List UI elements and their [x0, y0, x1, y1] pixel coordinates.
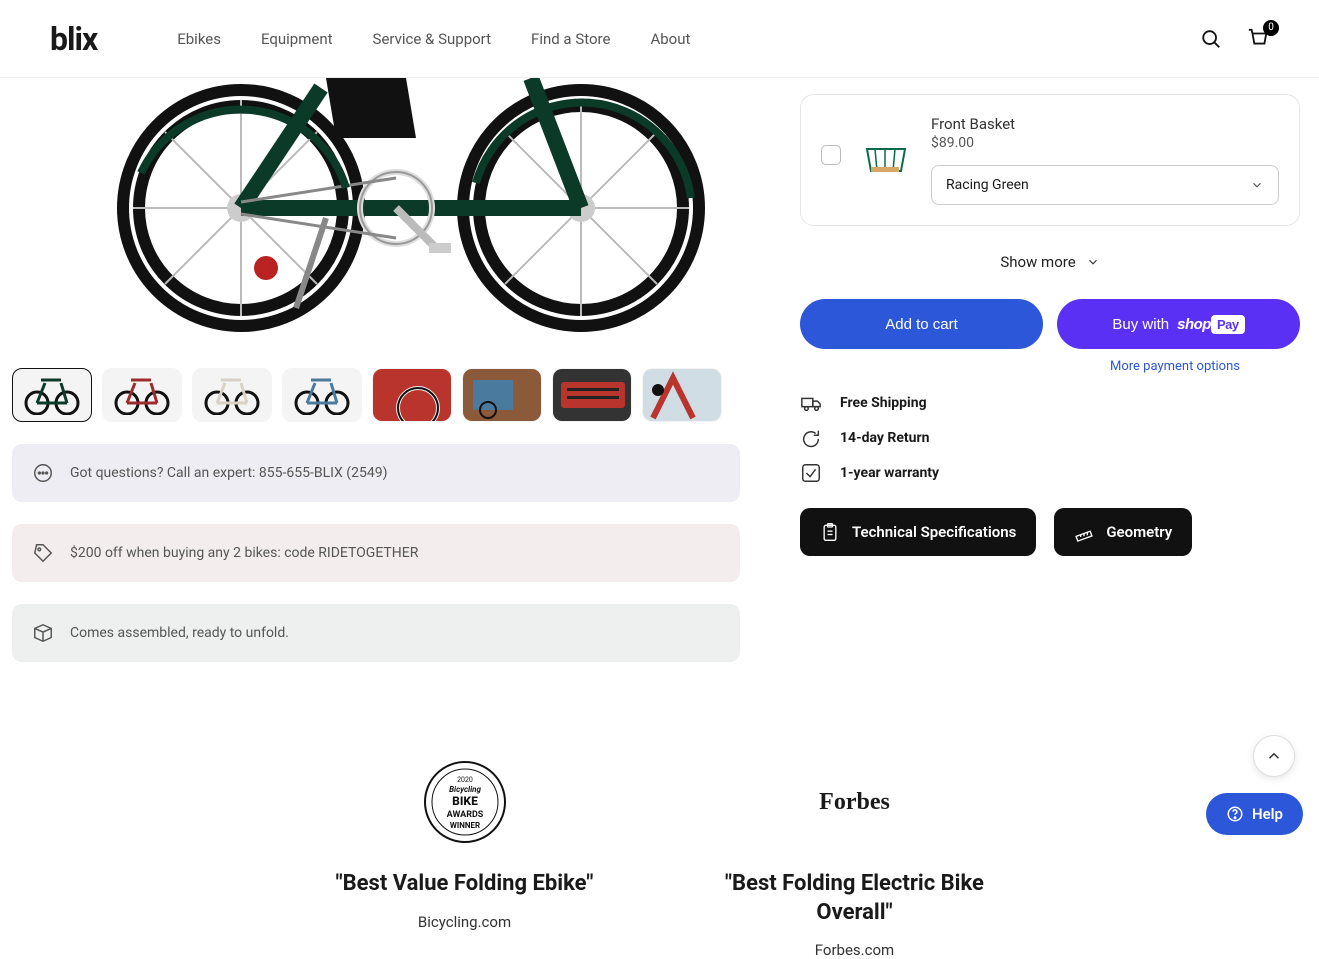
- geometry-button[interactable]: Geometry: [1054, 508, 1192, 556]
- svg-text:WINNER: WINNER: [449, 821, 479, 830]
- chat-icon: [32, 462, 54, 484]
- thumbnail-7[interactable]: [552, 368, 632, 422]
- clipboard-icon: [820, 522, 840, 542]
- product-main: Got questions? Call an expert: 855-655-B…: [0, 78, 1319, 702]
- buy-with-shop-pay-button[interactable]: Buy with shopPay: [1057, 299, 1300, 349]
- help-label: Help: [1252, 805, 1283, 823]
- show-more-button[interactable]: Show more: [800, 241, 1300, 291]
- addon-name: Front Basket: [931, 115, 1279, 133]
- thumbnail-strip: [12, 368, 740, 422]
- brand-logo[interactable]: blix: [50, 20, 97, 58]
- addon-checkbox[interactable]: [821, 145, 841, 165]
- thumbnail-3[interactable]: [192, 368, 272, 422]
- spec-chip-row: Technical Specifications Geometry: [800, 508, 1300, 556]
- truck-icon: [800, 392, 822, 414]
- thumbnail-5[interactable]: [372, 368, 452, 422]
- info-strip-assembly: Comes assembled, ready to unfold.: [12, 604, 740, 662]
- press-reviews-section: 2020 Bicycling BIKE AWARDS WINNER "Best …: [0, 702, 1319, 959]
- addon-color-select[interactable]: Racing Green: [931, 165, 1279, 205]
- thumbnail-6[interactable]: [462, 368, 542, 422]
- help-fab[interactable]: Help: [1206, 793, 1303, 835]
- info-strip-questions: Got questions? Call an expert: 855-655-B…: [12, 444, 740, 502]
- nav-item-ebikes[interactable]: Ebikes: [177, 30, 221, 48]
- buy-button-row: Add to cart Buy with shopPay: [800, 299, 1300, 349]
- benefit-label: 14-day Return: [840, 430, 929, 446]
- chevron-down-icon: [1250, 178, 1264, 192]
- review-quote: "Best Folding Electric Bike Overall": [705, 870, 1005, 927]
- add-to-cart-button[interactable]: Add to cart: [800, 299, 1043, 349]
- info-strip-promo: $200 off when buying any 2 bikes: code R…: [12, 524, 740, 582]
- thumbnail-1[interactable]: [12, 368, 92, 422]
- tag-icon: [32, 542, 54, 564]
- add-to-cart-label: Add to cart: [885, 316, 958, 333]
- nav-item-equipment[interactable]: Equipment: [261, 30, 333, 48]
- benefit-return: 14-day Return: [800, 427, 1300, 449]
- site-header: blix Ebikes Equipment Service & Support …: [0, 0, 1319, 78]
- return-arrow-icon: [800, 427, 822, 449]
- buy-with-label: Buy with: [1112, 316, 1169, 333]
- shop-pay-logo: shopPay: [1177, 316, 1244, 333]
- help-icon: [1226, 805, 1244, 823]
- search-icon[interactable]: [1200, 28, 1222, 50]
- svg-text:2020: 2020: [457, 776, 473, 784]
- primary-nav: Ebikes Equipment Service & Support Find …: [177, 30, 1200, 48]
- benefit-shipping: Free Shipping: [800, 392, 1300, 414]
- header-actions: 0: [1200, 28, 1269, 50]
- review-forbes: Forbes "Best Folding Electric Bike Overa…: [705, 762, 1005, 959]
- info-text: Got questions? Call an expert: 855-655-B…: [70, 465, 387, 481]
- nav-item-store[interactable]: Find a Store: [531, 30, 610, 48]
- select-value: Racing Green: [946, 177, 1029, 193]
- ruler-icon: [1074, 522, 1094, 542]
- benefit-label: Free Shipping: [840, 395, 927, 411]
- chip-label: Geometry: [1106, 523, 1172, 541]
- benefit-warranty: 1-year warranty: [800, 462, 1300, 484]
- chip-label: Technical Specifications: [852, 523, 1016, 541]
- bike-awards-badge: 2020 Bicycling BIKE AWARDS WINNER: [315, 762, 615, 842]
- nav-item-service[interactable]: Service & Support: [373, 30, 492, 48]
- thumbnail-4[interactable]: [282, 368, 362, 422]
- tech-specs-button[interactable]: Technical Specifications: [800, 508, 1036, 556]
- scroll-to-top-button[interactable]: [1253, 735, 1295, 777]
- thumbnail-8[interactable]: [642, 368, 722, 422]
- info-text: $200 off when buying any 2 bikes: code R…: [70, 545, 418, 561]
- review-source: Bicycling.com: [315, 913, 615, 931]
- review-quote: "Best Value Folding Ebike": [315, 870, 615, 899]
- benefits-list: Free Shipping 14-day Return 1-year warra…: [800, 392, 1300, 484]
- box-icon: [32, 622, 54, 644]
- product-hero-image: [12, 78, 740, 338]
- svg-text:BIKE: BIKE: [452, 794, 478, 808]
- review-source: Forbes.com: [705, 941, 1005, 959]
- thumbnail-2[interactable]: [102, 368, 182, 422]
- gallery-column: Got questions? Call an expert: 855-655-B…: [12, 78, 740, 662]
- nav-item-about[interactable]: About: [650, 30, 690, 48]
- addon-price: $89.00: [931, 135, 1279, 151]
- review-bicycling: 2020 Bicycling BIKE AWARDS WINNER "Best …: [315, 762, 615, 959]
- chevron-down-icon: [1086, 255, 1100, 269]
- forbes-logo: Forbes: [705, 762, 1005, 842]
- purchase-column: Front Basket $89.00 Racing Green Show mo…: [800, 78, 1300, 662]
- checkmark-box-icon: [800, 462, 822, 484]
- info-text: Comes assembled, ready to unfold.: [70, 625, 289, 641]
- svg-text:AWARDS: AWARDS: [446, 810, 483, 820]
- cart-count-badge: 0: [1263, 20, 1279, 36]
- benefit-label: 1-year warranty: [840, 465, 939, 481]
- svg-text:Bicycling: Bicycling: [449, 785, 481, 794]
- addon-thumbnail: [861, 135, 911, 183]
- cart-button[interactable]: 0: [1247, 28, 1269, 50]
- more-payment-options-link[interactable]: More payment options: [1050, 359, 1300, 374]
- addon-info: Front Basket $89.00 Racing Green: [931, 115, 1279, 205]
- addon-card-front-basket: Front Basket $89.00 Racing Green: [800, 94, 1300, 226]
- show-more-label: Show more: [1000, 253, 1075, 271]
